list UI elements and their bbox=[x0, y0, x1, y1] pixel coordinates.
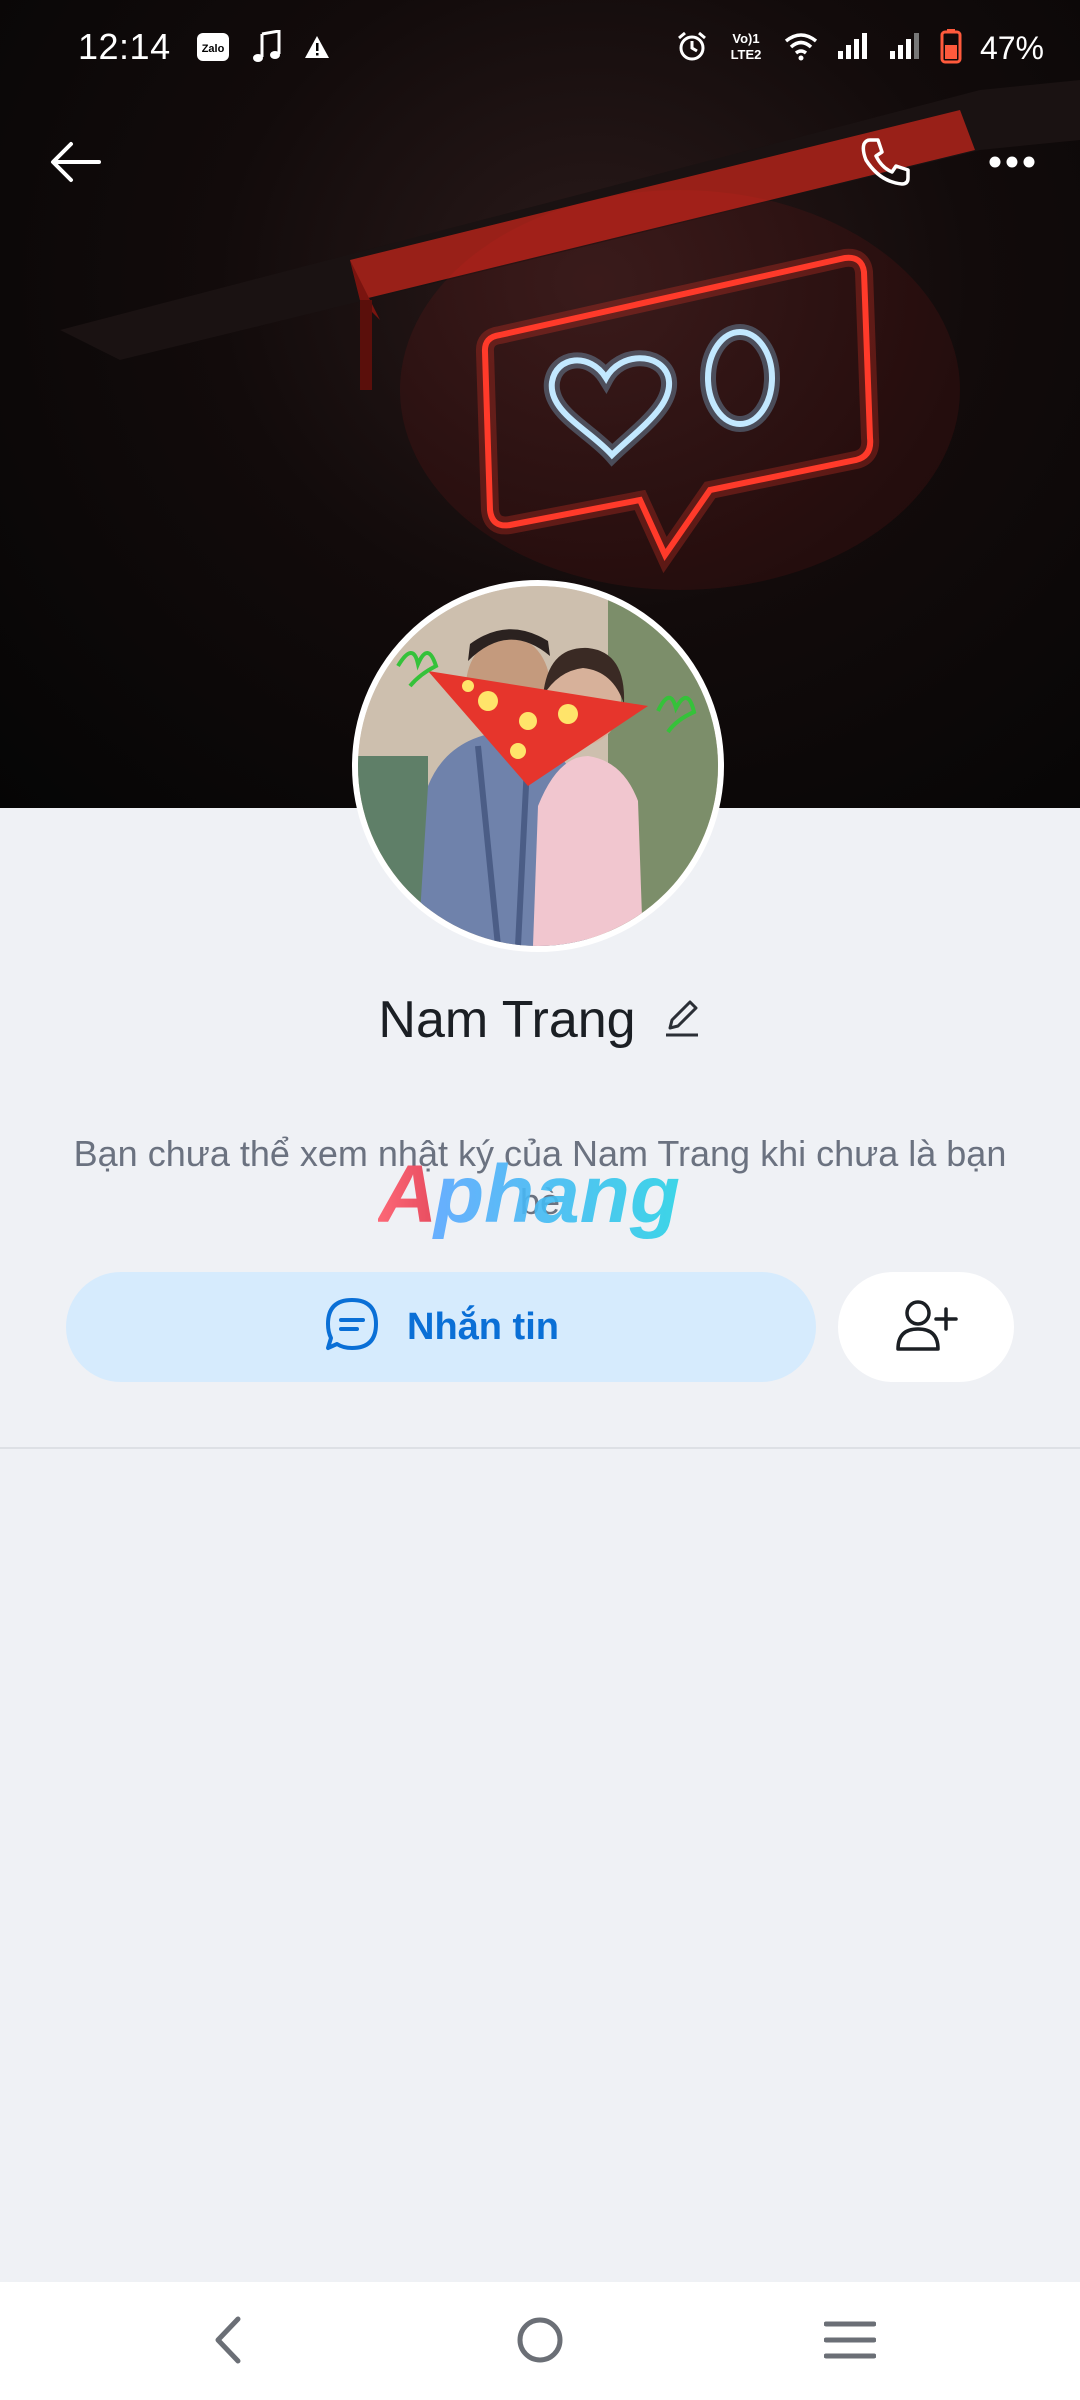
svg-text:A: A bbox=[378, 1150, 437, 1240]
system-nav-bar bbox=[0, 2282, 1080, 2400]
message-button-label: Nhắn tin bbox=[407, 1305, 559, 1348]
avatar-photo bbox=[358, 586, 718, 946]
status-right-icons: Vo)1 LTE2 47% bbox=[676, 28, 1044, 69]
profile-name-row: Nam Trang bbox=[0, 990, 1080, 1050]
recents-nav-icon bbox=[823, 2318, 877, 2367]
back-nav-icon bbox=[208, 2315, 248, 2370]
nav-back-button[interactable] bbox=[192, 2306, 264, 2378]
phone-icon bbox=[856, 134, 912, 195]
more-button[interactable] bbox=[980, 132, 1044, 196]
nav-home-button[interactable] bbox=[504, 2306, 576, 2378]
add-friend-button[interactable] bbox=[838, 1272, 1014, 1382]
home-nav-icon bbox=[515, 2315, 565, 2370]
watermark-logo: A phang bbox=[376, 1149, 718, 1250]
battery-icon bbox=[940, 28, 962, 69]
more-dots-icon bbox=[988, 155, 1036, 174]
svg-text:LTE2: LTE2 bbox=[731, 47, 762, 62]
status-bar: 12:14 Zalo Vo)1 LTE2 47% bbox=[0, 0, 1080, 100]
avatar[interactable] bbox=[352, 580, 724, 952]
nav-recents-button[interactable] bbox=[814, 2306, 886, 2378]
status-left-icons: Zalo bbox=[196, 29, 330, 69]
message-button[interactable]: Nhắn tin bbox=[66, 1272, 816, 1382]
svg-text:phang: phang bbox=[432, 1150, 680, 1240]
zalo-icon: Zalo bbox=[196, 32, 230, 67]
signal-icon bbox=[836, 31, 870, 66]
profile-name: Nam Trang bbox=[378, 991, 636, 1049]
zalo-icon-label: Zalo bbox=[202, 43, 225, 55]
music-note-icon bbox=[252, 29, 282, 69]
add-friend-icon bbox=[894, 1297, 958, 1358]
status-time: 12:14 bbox=[78, 26, 171, 67]
pencil-icon[interactable] bbox=[662, 998, 702, 1043]
warning-icon bbox=[304, 35, 330, 64]
section-divider bbox=[0, 1447, 1080, 1449]
volte-icon: Vo)1 LTE2 bbox=[726, 30, 766, 67]
call-button[interactable] bbox=[852, 132, 916, 196]
svg-text:Vo)1: Vo)1 bbox=[732, 31, 759, 46]
chat-bubble-icon bbox=[323, 1296, 381, 1359]
alarm-icon bbox=[676, 30, 708, 67]
signal-icon bbox=[888, 31, 922, 66]
battery-percent: 47% bbox=[979, 30, 1044, 66]
arrow-left-icon bbox=[49, 140, 103, 189]
wifi-icon bbox=[784, 31, 818, 66]
back-button[interactable] bbox=[44, 132, 108, 196]
